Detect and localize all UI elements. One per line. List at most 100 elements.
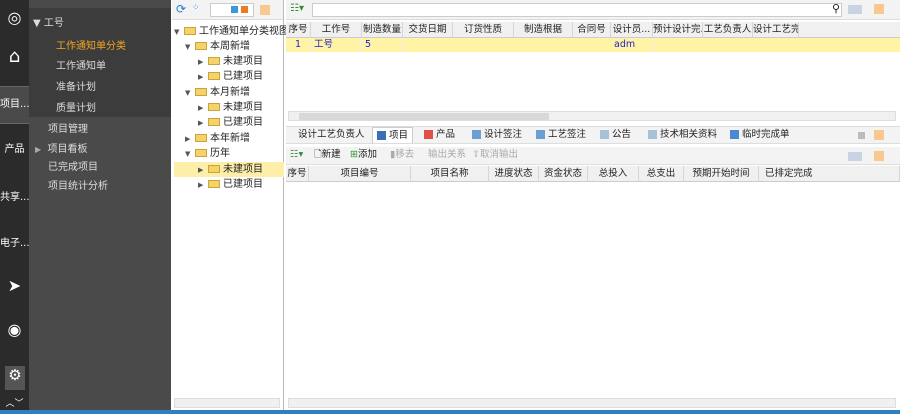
tree-label: 历年 (210, 148, 230, 159)
view-menu-icon[interactable]: ☷▾ (290, 147, 303, 163)
tree-node-selected[interactable]: ▶ 未建项目 (174, 162, 284, 177)
home-icon[interactable]: ⌂ (0, 46, 29, 74)
column-header[interactable]: 项目编号 (309, 166, 411, 182)
tree-node[interactable]: ▼ 历年 (185, 146, 295, 161)
nav-sub-item[interactable]: 工作通知单 (56, 57, 106, 72)
layout-icon[interactable] (848, 5, 862, 14)
tree-toolbar: ⟳ ⁘ (172, 0, 283, 20)
cell: 5 (362, 38, 403, 52)
minimize-icon[interactable] (858, 132, 865, 139)
folder-icon (195, 88, 207, 96)
iconbar-shared[interactable]: 共享... (0, 188, 29, 208)
folder-icon (195, 42, 207, 50)
nav-sub-item[interactable]: 准备计划 (56, 78, 96, 93)
column-header[interactable]: 进度状态 (489, 166, 539, 182)
folder-icon (208, 103, 220, 111)
view-menu-icon[interactable]: ☷▾ (290, 3, 304, 14)
column-header[interactable]: 资金状态 (539, 166, 588, 182)
tree-label: 未建项目 (223, 164, 263, 175)
tab-label: 公告 (612, 129, 632, 140)
iconbar-projects[interactable]: 项目... (0, 86, 29, 124)
tab-tech-docs[interactable]: 技术相关资料 (644, 127, 721, 143)
scrollbar-thumb[interactable] (299, 113, 549, 120)
tree-node[interactable]: ▼ 本月新增 (185, 85, 295, 100)
tab-product[interactable]: 产品 (420, 127, 459, 143)
gear-icon[interactable]: ⚙ (5, 366, 25, 390)
column-header[interactable]: 设计员... (611, 22, 653, 38)
options-icon[interactable] (874, 130, 884, 140)
tree-label: 已建项目 (223, 179, 263, 190)
nav-item[interactable]: 项目管理 (48, 120, 88, 135)
add-button[interactable]: ⊞添加 (350, 147, 377, 163)
column-header[interactable]: 设计工艺完... (753, 22, 799, 38)
column-header[interactable]: 预期开始时间 (684, 166, 759, 182)
tab-project[interactable]: 项目 (372, 127, 414, 143)
tree-root[interactable]: ▼ 工作通知单分类视图 (174, 24, 289, 39)
folder-icon (208, 72, 220, 80)
remove-button[interactable]: ▮移去 (390, 147, 414, 163)
top-grid-horizontal-scrollbar[interactable] (288, 111, 896, 121)
column-header[interactable]: 项目名称 (411, 166, 489, 182)
table-row[interactable]: 1 工号 5 adm (286, 38, 900, 52)
collapse-icon[interactable] (241, 6, 248, 13)
broadcast-icon[interactable]: ◉ (0, 320, 29, 344)
button-label: 取消输出 (479, 149, 518, 160)
column-header[interactable]: 预计设计完... (653, 22, 703, 38)
new-button[interactable]: 🗋新建 (314, 147, 341, 163)
iconbar-electronic[interactable]: 电子... (0, 234, 29, 254)
button-label: 新建 (321, 149, 341, 160)
tab-notice[interactable]: 公告 (596, 127, 635, 143)
layout-icon[interactable] (848, 152, 862, 161)
refresh-icon[interactable]: ⟳ (176, 2, 186, 16)
new-icon: 🗋 (314, 149, 322, 160)
tab-label: 产品 (436, 129, 456, 140)
tab-label: 项目 (389, 130, 409, 141)
form-icon (730, 130, 739, 139)
nav-sub-item[interactable]: 质量计划 (56, 99, 96, 114)
folder-icon (208, 180, 220, 188)
tab-temp-completion[interactable]: 临时完成单 (726, 127, 794, 143)
iconbar-products[interactable]: 产品 (0, 140, 29, 160)
column-header[interactable]: 制造数量 (362, 22, 403, 38)
tab-design-owner[interactable]: 设计工艺负责人 (294, 127, 369, 143)
nav-item-label: 项目看板 (47, 144, 88, 155)
tab-design-sign[interactable]: 设计签注 (468, 127, 526, 143)
folder-icon (208, 57, 220, 65)
search-icon[interactable]: ⚲ (832, 2, 840, 15)
tab-process-sign[interactable]: 工艺签注 (532, 127, 590, 143)
column-header[interactable]: 订货性质 (453, 22, 514, 38)
column-header[interactable]: 总投入 (588, 166, 639, 182)
column-header[interactable]: 交货日期 (403, 22, 453, 38)
column-header[interactable]: 已排定完成 (759, 166, 900, 182)
column-header[interactable]: 总支出 (639, 166, 684, 182)
column-header[interactable]: 工作号 (311, 22, 362, 38)
tree-node[interactable]: ▼ 本周新增 (185, 39, 295, 54)
export-relation-button[interactable]: 输出关系 (428, 147, 466, 163)
folder-icon (208, 118, 220, 126)
column-header[interactable]: 序号 (286, 166, 309, 182)
scroll-arrows-icon[interactable]: ︿﹀ (0, 396, 29, 410)
options-icon[interactable] (874, 151, 884, 161)
bottom-grid-horizontal-scrollbar[interactable] (288, 398, 896, 408)
options-icon[interactable] (260, 5, 270, 15)
cancel-export-button[interactable]: ⇪取消输出 (472, 147, 518, 163)
nav-group-header[interactable]: ▼ 工号 (33, 14, 64, 29)
send-icon[interactable]: ➤ (0, 276, 29, 300)
expand-icon[interactable] (231, 6, 238, 13)
column-header[interactable]: 工艺负责人 (703, 22, 753, 38)
main-panel: ☷▾ ⚲ 序号 工作号 制造数量 交货日期 订货性质 制造根据 合同号 设计员.… (286, 0, 900, 410)
column-header[interactable]: 序号 (286, 22, 311, 38)
nav-item[interactable]: 项目统计分析 (48, 177, 108, 192)
column-header[interactable]: 合同号 (573, 22, 611, 38)
search-input[interactable] (312, 3, 842, 17)
options-icon[interactable] (874, 4, 884, 14)
nav-sub-item[interactable]: 工作通知单分类 (56, 37, 126, 52)
settings-icon[interactable]: ⁘ (192, 3, 200, 13)
status-bar (0, 410, 900, 414)
nav-item[interactable]: ▶ 项目看板 (35, 140, 88, 155)
tree-horizontal-scrollbar[interactable] (174, 398, 280, 408)
tree-node[interactable]: ▶ 本年新增 (185, 131, 295, 146)
nav-item[interactable]: 已完成项目 (48, 158, 98, 173)
column-header[interactable]: 制造根据 (514, 22, 573, 38)
logo-icon[interactable]: ◎ (0, 8, 29, 36)
